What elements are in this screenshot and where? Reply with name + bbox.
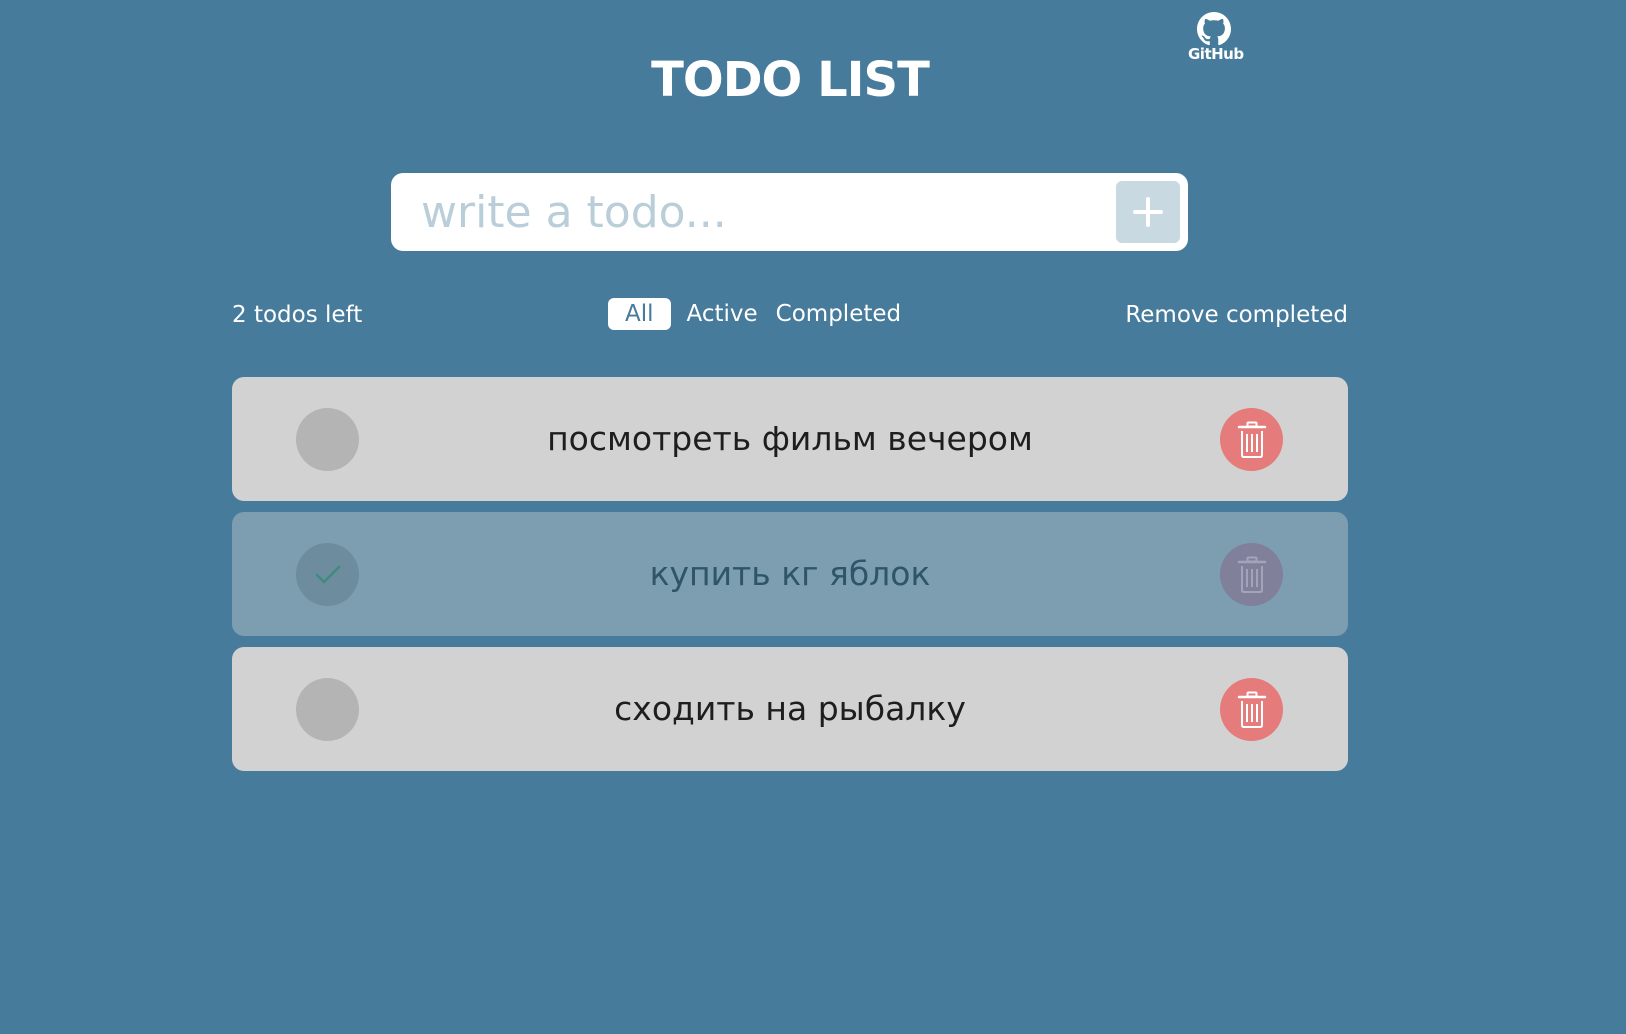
todo-toggle[interactable] <box>296 543 359 606</box>
todo-text: купить кг яблок <box>649 554 931 593</box>
todo-text: посмотреть фильм вечером <box>547 419 1033 458</box>
filter-all[interactable]: All <box>608 298 671 330</box>
delete-todo-button[interactable] <box>1220 678 1283 741</box>
remove-completed-button[interactable]: Remove completed <box>1125 301 1348 329</box>
filter-completed[interactable]: Completed <box>768 298 909 330</box>
trash-icon <box>1237 691 1266 728</box>
todos-left-count: 2 todos left <box>232 302 363 328</box>
todo-text: сходить на рыбалку <box>614 689 966 728</box>
filter-active[interactable]: Active <box>679 298 766 330</box>
todo-toggle[interactable] <box>296 408 359 471</box>
todo-list: посмотреть фильм вечером купить кг яблок <box>232 377 1348 782</box>
trash-icon <box>1237 421 1266 458</box>
todo-item: купить кг яблок <box>232 512 1348 636</box>
delete-todo-button[interactable] <box>1220 543 1283 606</box>
todo-input[interactable] <box>421 173 1081 251</box>
plus-icon <box>1133 197 1163 227</box>
delete-todo-button[interactable] <box>1220 408 1283 471</box>
add-todo-button[interactable] <box>1116 181 1180 243</box>
filter-group: All Active Completed <box>608 298 911 330</box>
todo-item: посмотреть фильм вечером <box>232 377 1348 501</box>
page-title: TODO LIST <box>651 52 930 108</box>
todo-input-wrapper <box>391 173 1188 251</box>
trash-icon <box>1237 556 1266 593</box>
todo-item: сходить на рыбалку <box>232 647 1348 771</box>
check-icon <box>315 565 340 583</box>
todo-controls: 2 todos left All Active Completed Remove… <box>232 295 1348 335</box>
todo-toggle[interactable] <box>296 678 359 741</box>
github-icon <box>1197 12 1231 46</box>
